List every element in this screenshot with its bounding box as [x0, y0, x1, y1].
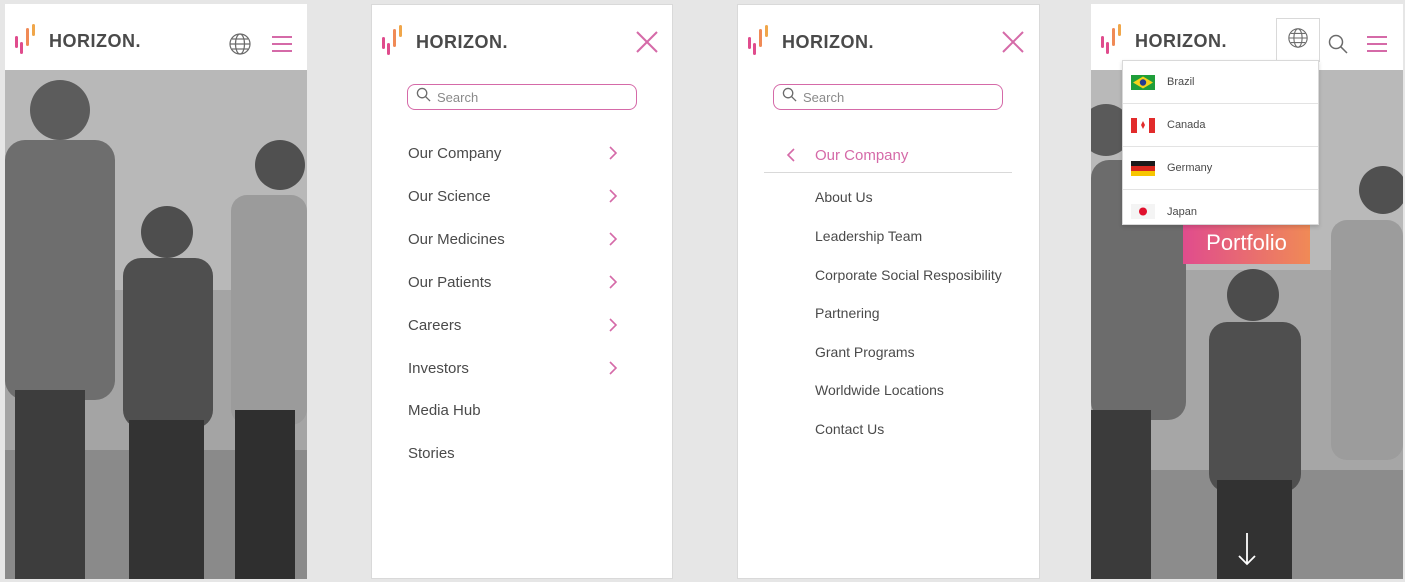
chevron-right-icon [609, 361, 618, 375]
chevron-left-icon [786, 148, 795, 162]
country-option-brazil[interactable]: Brazil [1123, 61, 1318, 104]
hamburger-icon[interactable] [269, 31, 295, 57]
search-input[interactable] [803, 89, 983, 105]
submenu-title: Our Company [815, 146, 909, 164]
logo-text: HORIZON. [782, 31, 874, 52]
search-icon [782, 87, 797, 107]
logo-text: HORIZON. [49, 30, 141, 51]
menu-item-label: Media Hub [408, 401, 481, 419]
menu-screen: HORIZON. Our Company Our Science Our Med… [371, 4, 673, 579]
logo-mark [382, 25, 408, 59]
submenu-item-csr[interactable]: Corporate Social Resposibility [815, 267, 1002, 283]
country-label: Canada [1167, 119, 1206, 131]
menu-item-our-patients[interactable]: Our Patients [408, 270, 618, 294]
hamburger-icon[interactable] [1364, 31, 1390, 57]
country-option-japan[interactable]: Japan [1123, 190, 1318, 233]
close-icon[interactable] [1000, 29, 1026, 55]
submenu-screen: HORIZON. Our Company About Us Leadership… [737, 4, 1040, 579]
close-icon[interactable] [634, 29, 660, 55]
country-selector-screen: HORIZON. Portfolio Brazil Canada Germany… [1091, 4, 1403, 579]
menu-item-label: Our Company [408, 144, 502, 162]
chevron-right-icon [609, 232, 618, 246]
menu-item-our-science[interactable]: Our Science [408, 184, 618, 208]
menu-item-label: Our Science [408, 187, 491, 205]
search-input[interactable] [437, 89, 617, 105]
menu-item-label: Our Patients [408, 273, 492, 291]
submenu-item-partnering[interactable]: Partnering [815, 305, 880, 321]
globe-icon [1287, 27, 1309, 54]
logo[interactable]: HORIZON. [15, 24, 141, 58]
chevron-right-icon [609, 318, 618, 332]
germany-flag-icon [1131, 160, 1155, 176]
submenu-item-worldwide-locations[interactable]: Worldwide Locations [815, 382, 944, 398]
header: HORIZON. [5, 4, 307, 70]
menu-item-media-hub[interactable]: Media Hub [408, 398, 618, 422]
chevron-right-icon [609, 275, 618, 289]
submenu-item-leadership-team[interactable]: Leadership Team [815, 228, 922, 244]
search-field[interactable] [773, 84, 1003, 110]
country-label: Germany [1167, 162, 1213, 174]
brazil-flag-icon [1131, 74, 1155, 90]
country-dropdown: Brazil Canada Germany Japan [1122, 60, 1319, 225]
menu-item-our-company[interactable]: Our Company [408, 141, 618, 165]
logo[interactable]: HORIZON. [382, 25, 508, 59]
submenu-item-about-us[interactable]: About Us [815, 189, 873, 205]
header: HORIZON. [372, 5, 672, 71]
logo-mark [1101, 24, 1127, 58]
logo-text: HORIZON. [416, 31, 508, 52]
country-option-canada[interactable]: Canada [1123, 104, 1318, 147]
home-screen: HORIZON. [5, 4, 307, 579]
menu-item-label: Our Medicines [408, 230, 505, 248]
search-icon [416, 87, 431, 107]
canada-flag-icon [1131, 117, 1155, 133]
menu-item-careers[interactable]: Careers [408, 313, 618, 337]
arrow-down-icon[interactable] [1237, 531, 1257, 572]
menu-item-label: Investors [408, 359, 469, 377]
japan-flag-icon [1131, 204, 1155, 219]
logo[interactable]: HORIZON. [748, 25, 874, 59]
search-icon[interactable] [1325, 31, 1351, 57]
globe-button[interactable] [1276, 18, 1320, 62]
country-label: Japan [1167, 205, 1197, 218]
search-field[interactable] [407, 84, 637, 110]
chevron-right-icon [609, 189, 618, 203]
chevron-right-icon [609, 146, 618, 160]
menu-item-label: Careers [408, 316, 462, 334]
menu-item-our-medicines[interactable]: Our Medicines [408, 227, 618, 251]
globe-icon[interactable] [227, 31, 253, 57]
menu-item-label: Stories [408, 444, 455, 462]
logo[interactable]: HORIZON. [1101, 24, 1227, 58]
submenu-back[interactable]: Our Company [786, 143, 1026, 167]
menu-item-investors[interactable]: Investors [408, 356, 618, 380]
hero-image [5, 70, 307, 579]
header: HORIZON. [738, 5, 1039, 71]
logo-mark [748, 25, 774, 59]
menu-item-stories[interactable]: Stories [408, 441, 618, 465]
country-label: Brazil [1167, 76, 1195, 88]
submenu-item-grant-programs[interactable]: Grant Programs [815, 344, 915, 360]
submenu-item-contact-us[interactable]: Contact Us [815, 421, 884, 437]
country-option-germany[interactable]: Germany [1123, 147, 1318, 190]
divider [764, 172, 1012, 173]
logo-mark [15, 24, 41, 58]
logo-text: HORIZON. [1135, 30, 1227, 51]
